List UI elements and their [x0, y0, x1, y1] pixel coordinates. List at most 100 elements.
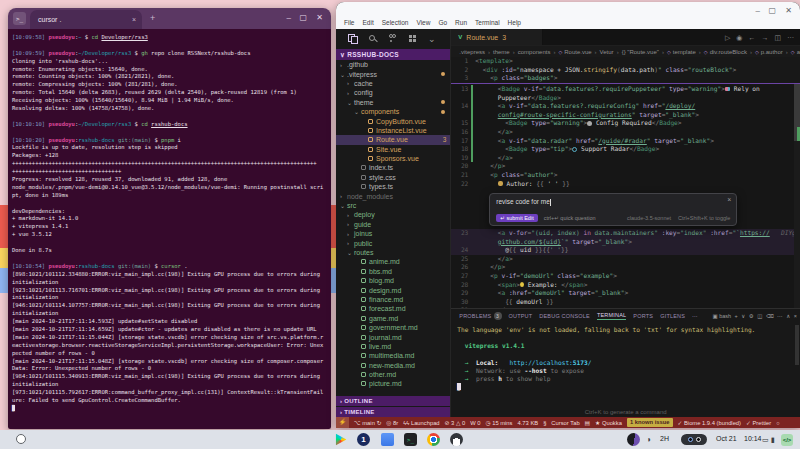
- tree-item-guide[interactable]: ›guide: [336, 220, 450, 229]
- code-line[interactable]: 3 <p class="badges">: [451, 74, 800, 83]
- panel-tab-terminal[interactable]: TERMINAL: [597, 312, 626, 320]
- menu-run[interactable]: Run: [455, 19, 467, 26]
- tree-item-Route.vue[interactable]: Route.vue3: [336, 135, 450, 144]
- breadcrumb-item[interactable]: Vetur: [600, 49, 614, 55]
- code-line[interactable]: 24 @{{ uid }}{{' '}}: [451, 246, 800, 255]
- code-line[interactable]: Puppeteer</Badge>: [451, 94, 800, 103]
- tree-item-InstanceList.vue[interactable]: InstanceList.vue: [336, 126, 450, 135]
- editor-action-icon[interactable]: ←: [748, 34, 755, 41]
- tree-item-src[interactable]: ⌄src: [336, 201, 450, 210]
- close-button[interactable]: ✕: [316, 14, 323, 22]
- new-tab-button[interactable]: +: [150, 14, 155, 23]
- code-line[interactable]: 16 </a>: [451, 128, 800, 137]
- code-line[interactable]: 23 <a v-for="(uid, index) in data.mainta…: [451, 229, 800, 238]
- outline-section[interactable]: › OUTLINE: [336, 396, 450, 406]
- tree-item-cache[interactable]: ›cache: [336, 79, 450, 88]
- tree-item-index.ts[interactable]: index.ts: [336, 163, 450, 172]
- panel-action-icon[interactable]: ⚙: [749, 313, 754, 319]
- panel-action-icon[interactable]: ⋯: [777, 313, 783, 319]
- files-app-icon[interactable]: [381, 433, 394, 446]
- tree-item-finance.md[interactable]: finance.md: [336, 295, 450, 304]
- status-item[interactable]: ✓ Prettier: [746, 420, 771, 426]
- panel-action-icon[interactable]: ▣ bash: [712, 313, 731, 319]
- code-line[interactable]: config#route-specific-configurations" ta…: [451, 111, 800, 120]
- code-line[interactable]: 19 </a>: [451, 154, 800, 163]
- status-item[interactable]: ★ Quokka: [595, 420, 622, 426]
- explorer-root[interactable]: ∨ RSSHUB-DOCS: [336, 49, 450, 60]
- terminal-app-icon[interactable]: >_: [404, 433, 417, 446]
- submit-edit-button[interactable]: ↵ submit Edit: [496, 214, 537, 222]
- panel-action-icon[interactable]: +: [735, 313, 738, 319]
- code-line[interactable]: 27 <p v-if="demoUrl" class="example">: [451, 272, 800, 281]
- chevron-down-icon[interactable]: ⌄: [428, 34, 436, 44]
- terminal-output[interactable]: [10:09:58] pseudoyu:~ $ cd Developer/rss…: [8, 29, 331, 429]
- code-line[interactable]: 20 </p>: [451, 162, 800, 171]
- code-line[interactable]: github.com/${uid}`" target="_blank">: [451, 238, 800, 247]
- breadcrumb-item[interactable]: {} "Route.vue": [622, 49, 659, 55]
- panel-action-icon[interactable]: ∨: [741, 313, 745, 319]
- linux-apps-icon[interactable]: [450, 433, 463, 446]
- menu-edit[interactable]: Edit: [362, 19, 373, 26]
- status-item[interactable]: 1 known issue: [627, 418, 673, 427]
- tree-item-.github[interactable]: ›.github: [336, 60, 450, 69]
- panel-action-icon[interactable]: ∧: [786, 313, 790, 319]
- 1password-icon[interactable]: 1: [357, 433, 370, 446]
- tab-route-vue[interactable]: V Route.vue 3: [451, 29, 543, 45]
- status-item[interactable]: ◎ 8r: [386, 420, 398, 426]
- code-line[interactable]: 25 </a>: [451, 255, 800, 264]
- breadcrumb-item[interactable]: .vitepress: [459, 49, 485, 55]
- tree-item-design.md[interactable]: design.md: [336, 285, 450, 294]
- panel-action-icon[interactable]: ⌫: [766, 313, 774, 319]
- breadcrumb-item[interactable]: div.routeBlock: [710, 49, 747, 55]
- tray-time[interactable]: 10:14: [744, 435, 762, 442]
- code-line[interactable]: 13 <Badge v-if="data.features?.requirePu…: [451, 85, 800, 94]
- model-label[interactable]: claude-3.5-sonnet: [627, 215, 671, 221]
- tree-item-joinus[interactable]: ›joinus: [336, 229, 450, 238]
- tree-item-Sponsors.vue[interactable]: Sponsors.vue: [336, 154, 450, 163]
- code-line[interactable]: 28 <span> Example: </span>: [451, 281, 800, 290]
- tree-item-routes[interactable]: ⌄routes: [336, 248, 450, 257]
- panel-terminal-output[interactable]: The language 'env' is not loaded, fallin…: [457, 326, 790, 392]
- menu-go[interactable]: Go: [438, 19, 447, 26]
- code-line[interactable]: 29 <a :href="demoUrl" target="_blank">: [451, 289, 800, 298]
- code-line[interactable]: 17 <a v-if="data.radar" href="/guide/#ra…: [451, 137, 800, 146]
- editor-action-icon[interactable]: ◫: [774, 34, 781, 42]
- notification-icon[interactable]: ◗: [647, 435, 652, 444]
- extensions-icon[interactable]: [408, 34, 417, 45]
- status-item[interactable]: §: [543, 420, 546, 426]
- editor-action-icon[interactable]: ▷: [725, 34, 730, 42]
- tree-item-theme[interactable]: ⌄theme: [336, 98, 450, 107]
- status-item[interactable]: ▤: [585, 420, 590, 426]
- tree-item-multimedia.md[interactable]: multimedia.md: [336, 351, 450, 360]
- breadcrumb-item[interactable]: p.author: [761, 49, 783, 55]
- dev-mode-badge[interactable]: </>: [781, 434, 793, 446]
- screen-capture-pill[interactable]: [681, 434, 707, 445]
- terminal-tab[interactable]: cursor .×: [30, 10, 142, 29]
- status-item[interactable]: ✓ Biome 1.9.4 (bundled): [678, 420, 742, 426]
- status-item[interactable]: ○: [776, 420, 780, 426]
- panel-tab-debug-console[interactable]: DEBUG CONSOLE: [539, 313, 590, 319]
- tray-date[interactable]: Oct 21: [716, 435, 737, 442]
- timeline-section[interactable]: › TIMELINE: [336, 407, 450, 417]
- tree-item-.vitepress[interactable]: ⌄.vitepress: [336, 69, 450, 78]
- breadcrumb-item[interactable]: theme: [493, 49, 510, 55]
- tree-item-government.md[interactable]: government.md: [336, 323, 450, 332]
- panel-scrollbar[interactable]: [795, 325, 799, 365]
- editor-action-icon[interactable]: ⋯: [787, 34, 794, 42]
- menu-terminal[interactable]: Terminal: [475, 19, 500, 26]
- avatar[interactable]: [627, 433, 640, 446]
- code-line[interactable]: 21 <p class="author">: [451, 171, 800, 180]
- minimize-button[interactable]: –: [287, 14, 291, 22]
- tree-item-deploy[interactable]: ›deploy: [336, 210, 450, 219]
- chrome-icon[interactable]: [427, 433, 440, 446]
- remote-indicator[interactable]: ⚡: [336, 417, 349, 428]
- tree-item-anime.md[interactable]: anime.md: [336, 257, 450, 266]
- close-button[interactable]: ✕: [785, 7, 792, 15]
- breadcrumb-item[interactable]: a: [797, 49, 800, 55]
- status-item[interactable]: ⌥ main ↻: [354, 420, 381, 426]
- code-editor[interactable]: 1<template>2 <div :id="namespace + JSON.…: [451, 57, 800, 308]
- tree-item-bbs.md[interactable]: bbs.md: [336, 267, 450, 276]
- launcher-button[interactable]: [16, 434, 26, 444]
- code-line[interactable]: 14 <a v-if="data.features?.requireConfig…: [451, 102, 800, 111]
- panel-tab-problems[interactable]: PROBLEMS3: [459, 312, 501, 320]
